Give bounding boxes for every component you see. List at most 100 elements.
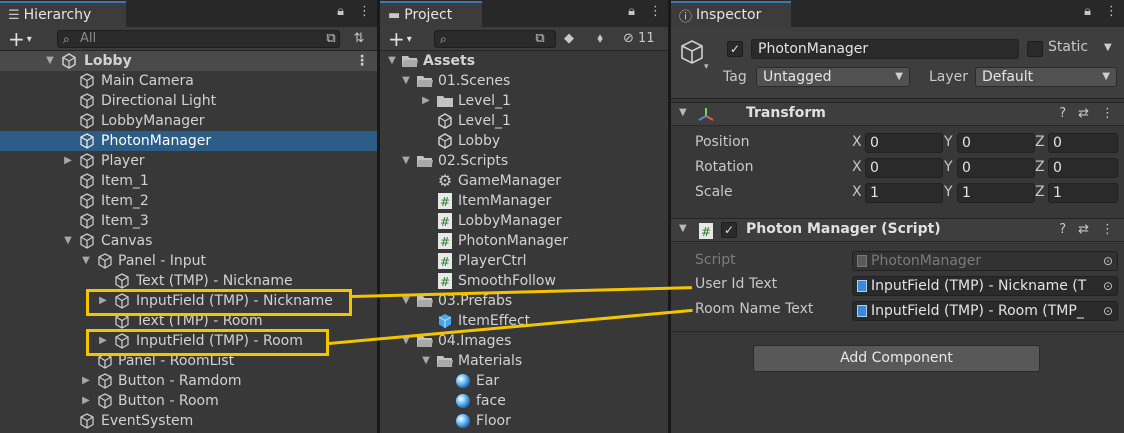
inspector-tab[interactable]: ⓘ Inspector [671, 1, 791, 27]
object-name-field[interactable]: PhotonManager [751, 39, 1019, 59]
collapse-arrow-icon[interactable]: ▼ [400, 71, 412, 91]
object-picker-icon[interactable]: ⊙ [1103, 302, 1113, 320]
search-filter-icon[interactable]: ⧉ [531, 30, 549, 48]
script-enabled-checkbox[interactable]: ✓ [721, 222, 737, 238]
position-x-field[interactable]: 0 [865, 133, 943, 153]
project-item[interactable]: ▶ Level_1 [380, 91, 668, 111]
hierarchy-item[interactable]: ▶ Button - Ramdom [0, 371, 377, 391]
hidden-packages-toggle[interactable]: ⊘ 11 [623, 30, 663, 48]
hierarchy-item[interactable]: ▼ Canvas [0, 231, 377, 251]
hierarchy-item[interactable]: EventSystem [0, 411, 377, 431]
expand-arrow-icon[interactable]: ▶ [420, 91, 432, 111]
script-component-header[interactable]: ▼ # ✓ Photon Manager (Script) ? ⇄ ⋮ [671, 218, 1124, 242]
collapse-arrow-icon[interactable]: ▼ [400, 151, 412, 171]
sort-icon[interactable]: ⇅ [350, 30, 368, 48]
object-picker-icon[interactable]: ⊙ [1103, 277, 1113, 295]
axis-x-label[interactable]: X [852, 184, 862, 200]
hierarchy-item[interactable]: ▶ Button - Room [0, 391, 377, 411]
scale-y-field[interactable]: 1 [957, 183, 1035, 203]
axis-x-label[interactable]: X [852, 134, 862, 150]
filter-by-type-icon[interactable]: ◆ [560, 30, 578, 48]
project-item[interactable]: # PlayerCtrl [380, 251, 668, 271]
hierarchy-item[interactable]: LobbyManager [0, 111, 377, 131]
project-item[interactable]: Lobby [380, 131, 668, 151]
hierarchy-item[interactable]: Item_1 [0, 171, 377, 191]
hierarchy-item[interactable]: Main Camera [0, 71, 377, 91]
user-id-text-field[interactable]: InputField (TMP) - Nickname (T ⊙ [852, 276, 1118, 296]
project-item[interactable]: # LobbyManager [380, 211, 668, 231]
hierarchy-item[interactable]: Directional Light [0, 91, 377, 111]
create-asset-button[interactable]: + ▾ [388, 27, 412, 51]
kebab-menu-icon[interactable]: ⋮ [649, 4, 662, 19]
position-z-field[interactable]: 0 [1048, 133, 1118, 153]
hierarchy-item[interactable]: Item_3 [0, 211, 377, 231]
help-icon[interactable]: ? [1059, 106, 1066, 121]
scale-z-field[interactable]: 1 [1048, 183, 1118, 203]
scene-search-icon[interactable]: ⧉ [322, 30, 340, 48]
kebab-menu-icon[interactable]: ⋮ [1101, 222, 1114, 237]
hierarchy-item[interactable]: Item_2 [0, 191, 377, 211]
fold-arrow-icon[interactable]: ▼ [679, 223, 687, 234]
axis-z-label[interactable]: Z [1035, 159, 1045, 175]
hierarchy-item[interactable]: ▼ Panel - Input [0, 251, 377, 271]
transform-header[interactable]: ▼ Transform ? ⇄ ⋮ [671, 102, 1124, 126]
kebab-menu-icon[interactable]: ⋮ [358, 4, 371, 19]
room-name-text-field[interactable]: InputField (TMP) - Room (TMP_ ⊙ [852, 301, 1118, 321]
collapse-arrow-icon[interactable]: ▼ [62, 231, 74, 251]
scene-kebab-icon[interactable]: ⋮ [355, 51, 369, 71]
help-icon[interactable]: ? [1059, 222, 1066, 237]
static-checkbox[interactable] [1027, 41, 1043, 57]
lock-icon[interactable]: 🔒︎ [1084, 4, 1091, 19]
lock-icon[interactable]: 🔒︎ [337, 4, 344, 19]
axis-y-label[interactable]: Y [944, 184, 953, 200]
create-button[interactable]: + ▾ [8, 27, 32, 51]
position-y-field[interactable]: 0 [957, 133, 1035, 153]
hierarchy-item-selected[interactable]: PhotonManager [0, 131, 377, 151]
hierarchy-search-input[interactable]: ⌕ All [57, 30, 340, 48]
project-item[interactable]: ▼ Assets [380, 51, 668, 71]
add-component-button[interactable]: Add Component [753, 345, 1040, 372]
expand-arrow-icon[interactable]: ▶ [80, 391, 92, 411]
project-item[interactable]: ⚙ GameManager [380, 171, 668, 191]
kebab-menu-icon[interactable]: ⋮ [1101, 106, 1114, 121]
axis-y-label[interactable]: Y [944, 134, 953, 150]
expand-arrow-icon[interactable]: ▶ [80, 371, 92, 391]
layer-dropdown[interactable]: Default ▼ [975, 67, 1117, 87]
rotation-z-field[interactable]: 0 [1048, 158, 1118, 178]
project-item[interactable]: Floor [380, 411, 668, 431]
project-item[interactable]: ▼ 02.Scripts [380, 151, 668, 171]
lock-icon[interactable]: 🔒︎ [628, 4, 635, 19]
filter-by-label-icon[interactable]: ⬧ [591, 30, 609, 48]
expand-arrow-icon[interactable]: ▶ [62, 151, 74, 171]
presets-icon[interactable]: ⇄ [1078, 222, 1089, 237]
hierarchy-item[interactable]: Text (TMP) - Nickname [0, 271, 377, 291]
project-item[interactable]: ▼ Materials [380, 351, 668, 371]
axis-y-label[interactable]: Y [944, 159, 953, 175]
rotation-y-field[interactable]: 0 [957, 158, 1035, 178]
project-item[interactable]: Level_1 [380, 111, 668, 131]
kebab-menu-icon[interactable]: ⋮ [1105, 4, 1118, 19]
collapse-arrow-icon[interactable]: ▼ [420, 351, 432, 371]
project-item[interactable]: Ear [380, 371, 668, 391]
rotation-x-field[interactable]: 0 [865, 158, 943, 178]
project-item[interactable]: ▼ 01.Scenes [380, 71, 668, 91]
project-item[interactable]: # PhotonManager [380, 231, 668, 251]
active-checkbox[interactable]: ✓ [727, 41, 743, 57]
gameobject-cube-icon[interactable] [678, 38, 706, 70]
collapse-arrow-icon[interactable]: ▼ [386, 51, 398, 71]
project-item[interactable]: face [380, 391, 668, 411]
presets-icon[interactable]: ⇄ [1078, 106, 1089, 121]
collapse-arrow-icon[interactable]: ▼ [80, 251, 92, 271]
static-caret-icon[interactable]: ▼ [1104, 42, 1112, 53]
axis-z-label[interactable]: Z [1035, 134, 1045, 150]
hierarchy-item[interactable]: ▶ Player [0, 151, 377, 171]
project-item[interactable]: # ItemManager [380, 191, 668, 211]
scale-x-field[interactable]: 1 [865, 183, 943, 203]
axis-z-label[interactable]: Z [1035, 184, 1045, 200]
axis-x-label[interactable]: X [852, 159, 862, 175]
scene-row[interactable]: ▼ Lobby ⋮ [0, 51, 377, 71]
hierarchy-tab[interactable]: ☰ Hierarchy [0, 1, 126, 27]
expand-arrow-icon[interactable]: ▼ [44, 51, 56, 71]
tag-dropdown[interactable]: Untagged ▼ [756, 67, 910, 87]
fold-arrow-icon[interactable]: ▼ [679, 107, 687, 118]
